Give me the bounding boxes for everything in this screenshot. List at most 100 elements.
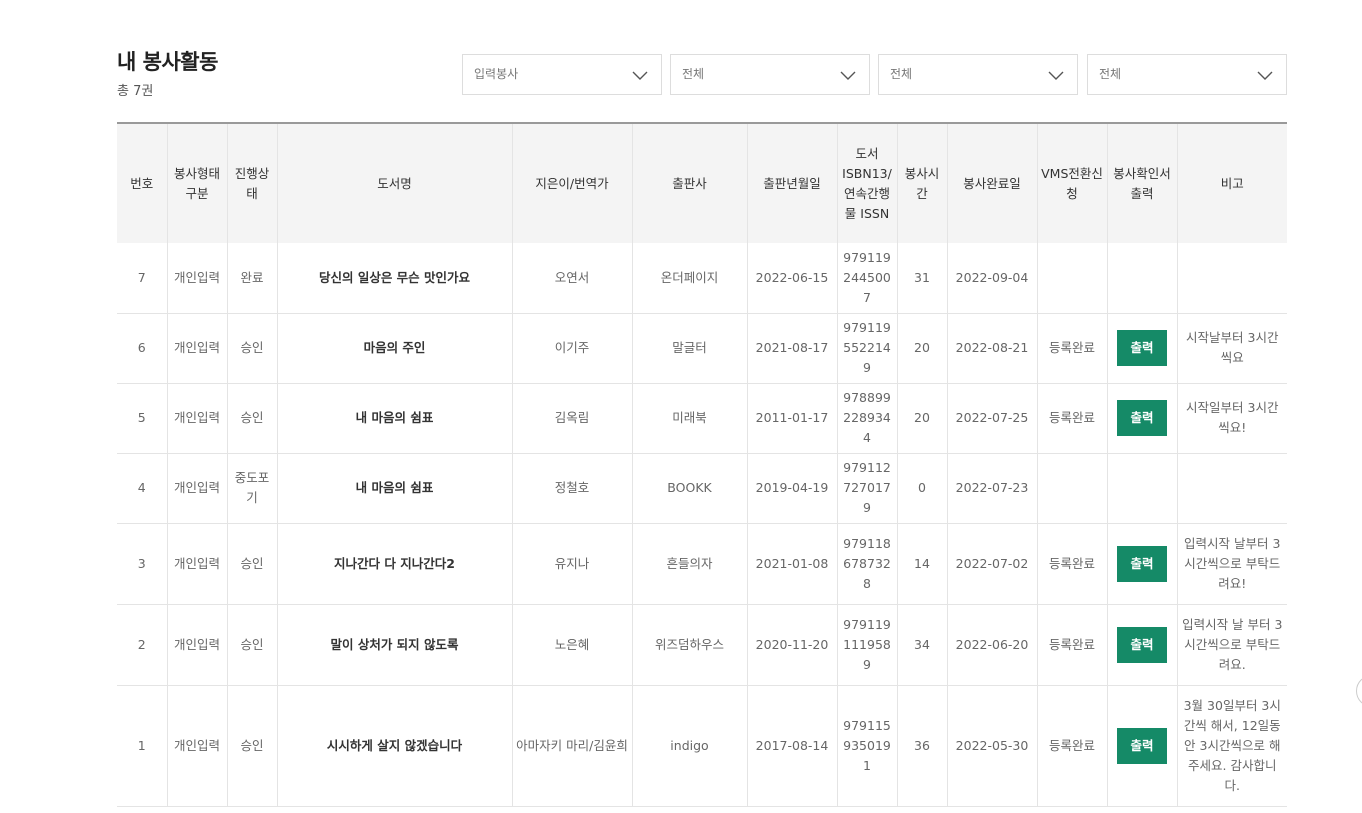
cell-title: 마음의 주인 bbox=[277, 313, 513, 384]
cell-type: 개인입력 bbox=[167, 685, 228, 807]
header-col-done-date: 봉사완료일 bbox=[947, 123, 1038, 243]
cell-pubdate: 2021-01-08 bbox=[747, 523, 838, 605]
print-certificate-button[interactable]: 출력 bbox=[1117, 400, 1167, 436]
header-col-isbn: 도서 ISBN13/연속간행물 ISSN bbox=[837, 123, 898, 243]
cell-hours: 31 bbox=[897, 243, 948, 314]
cell-hours: 34 bbox=[897, 604, 948, 686]
cell-isbn: 9791192445007 bbox=[837, 243, 898, 314]
cell-type: 개인입력 bbox=[167, 523, 228, 605]
cell-note: 시작날부터 3시간씩요 bbox=[1177, 313, 1287, 384]
cell-title: 말이 상처가 되지 않도록 bbox=[277, 604, 513, 686]
table-row: 3 개인입력 승인 지나간다 다 지나간다2 유지나 흔들의자 2021-01-08 9791… bbox=[117, 523, 1287, 605]
cell-author: 아마자키 마리/김윤희 bbox=[512, 685, 633, 807]
cell-number: 6 bbox=[117, 313, 168, 384]
cell-number: 7 bbox=[117, 243, 168, 314]
cell-isbn: 9791195522149 bbox=[837, 313, 898, 384]
filter-select-value: 전체 bbox=[890, 67, 913, 81]
header-col-note: 비고 bbox=[1177, 123, 1287, 243]
cell-author: 김옥림 bbox=[512, 383, 633, 454]
cell-done-date: 2022-05-30 bbox=[947, 685, 1038, 807]
cell-pubdate: 2022-06-15 bbox=[747, 243, 838, 314]
cell-hours: 0 bbox=[897, 453, 948, 524]
cell-note bbox=[1177, 243, 1287, 314]
cell-isbn: 9791159350191 bbox=[837, 685, 898, 807]
cell-type: 개인입력 bbox=[167, 383, 228, 454]
header-col-type: 봉사형태구분 bbox=[167, 123, 228, 243]
filter-select-2[interactable]: 전체 bbox=[670, 54, 870, 95]
cell-author: 정철호 bbox=[512, 453, 633, 524]
cell-certificate: 출력 bbox=[1107, 604, 1178, 686]
cell-status: 승인 bbox=[227, 523, 278, 605]
cell-note: 입력시작 날부터 3시간씩으로 부탁드려요! bbox=[1177, 523, 1287, 605]
cell-status: 승인 bbox=[227, 685, 278, 807]
cell-certificate: 출력 bbox=[1107, 383, 1178, 454]
cell-author: 유지나 bbox=[512, 523, 633, 605]
cell-certificate bbox=[1107, 453, 1178, 524]
chevron-down-icon bbox=[839, 67, 857, 81]
cell-number: 1 bbox=[117, 685, 168, 807]
print-certificate-button[interactable]: 출력 bbox=[1117, 727, 1167, 764]
print-certificate-button[interactable]: 출력 bbox=[1117, 626, 1167, 663]
cell-certificate: 출력 bbox=[1107, 523, 1178, 605]
cell-note: 입력시작 날 부터 3시간씩으로 부탁드려요. bbox=[1177, 604, 1287, 686]
cell-hours: 20 bbox=[897, 313, 948, 384]
cell-title: 지나간다 다 지나간다2 bbox=[277, 523, 513, 605]
table-row: 4 개인입력 중도포기 내 마음의 쉼표 정철호 BOOKK 2019-04-19 97911… bbox=[117, 453, 1287, 524]
cell-number: 2 bbox=[117, 604, 168, 686]
cell-note: 시작일부터 3시간씩요! bbox=[1177, 383, 1287, 454]
table-row: 5 개인입력 승인 내 마음의 쉼표 김옥림 미래북 2011-01-17 978899228… bbox=[117, 383, 1287, 454]
header-col-no: 번호 bbox=[117, 123, 168, 243]
cell-isbn: 9791127270179 bbox=[837, 453, 898, 524]
cell-author: 오연서 bbox=[512, 243, 633, 314]
table-row: 6 개인입력 승인 마음의 주인 이기주 말글터 2021-08-17 97911955221… bbox=[117, 313, 1287, 384]
cell-status: 중도포기 bbox=[227, 453, 278, 524]
header-col-pubdate: 출판년월일 bbox=[747, 123, 838, 243]
cell-note: 3월 30일부터 3시간씩 해서, 12일동안 3시간씩으로 해주세요. 감사합… bbox=[1177, 685, 1287, 807]
cell-vms: 등록완료 bbox=[1037, 604, 1108, 686]
cell-vms: 등록완료 bbox=[1037, 523, 1108, 605]
header-col-publisher: 출판사 bbox=[632, 123, 748, 243]
chevron-down-icon bbox=[1047, 67, 1065, 81]
filter-select-4[interactable]: 전체 bbox=[1087, 54, 1287, 95]
cell-number: 3 bbox=[117, 523, 168, 605]
cell-vms bbox=[1037, 453, 1108, 524]
print-certificate-button[interactable]: 출력 bbox=[1117, 545, 1167, 582]
cell-type: 개인입력 bbox=[167, 243, 228, 314]
cell-status: 승인 bbox=[227, 313, 278, 384]
header-col-title: 도서명 bbox=[277, 123, 513, 243]
cell-hours: 36 bbox=[897, 685, 948, 807]
cell-publisher: 온더페이지 bbox=[632, 243, 748, 314]
cell-title: 내 마음의 쉼표 bbox=[277, 383, 513, 454]
cell-status: 승인 bbox=[227, 604, 278, 686]
scroll-top-button[interactable] bbox=[1356, 675, 1362, 707]
header-col-author: 지은이/번역가 bbox=[512, 123, 633, 243]
total-count: 총 7권 bbox=[117, 84, 154, 99]
page-title: 내 봉사활동 bbox=[117, 50, 218, 74]
cell-isbn: 9788992289344 bbox=[837, 383, 898, 454]
cell-type: 개인입력 bbox=[167, 604, 228, 686]
cell-vms: 등록완료 bbox=[1037, 383, 1108, 454]
cell-certificate: 출력 bbox=[1107, 313, 1178, 384]
cell-done-date: 2022-09-04 bbox=[947, 243, 1038, 314]
cell-done-date: 2022-08-21 bbox=[947, 313, 1038, 384]
filter-select-1[interactable]: 입력봉사 bbox=[462, 54, 662, 95]
cell-author: 이기주 bbox=[512, 313, 633, 384]
print-certificate-button[interactable]: 출력 bbox=[1117, 330, 1167, 366]
cell-title: 시시하게 살지 않겠습니다 bbox=[277, 685, 513, 807]
filter-select-3[interactable]: 전체 bbox=[878, 54, 1078, 95]
cell-number: 5 bbox=[117, 383, 168, 454]
cell-pubdate: 2017-08-14 bbox=[747, 685, 838, 807]
table-body: 7 개인입력 완료 당신의 일상은 무슨 맛인가요 오연서 온더페이지 2022-06-15… bbox=[117, 243, 1287, 807]
cell-pubdate: 2021-08-17 bbox=[747, 313, 838, 384]
chevron-down-icon bbox=[631, 67, 649, 81]
cell-vms bbox=[1037, 243, 1108, 314]
cell-title: 당신의 일상은 무슨 맛인가요 bbox=[277, 243, 513, 314]
table-header-row: 번호 봉사형태구분 진행상태 도서명 지은이/번역가 출판사 출판년월일 도서 ISBN13/… bbox=[117, 123, 1287, 243]
header-col-vms: VMS전환신청 bbox=[1037, 123, 1108, 243]
cell-publisher: 위즈덤하우스 bbox=[632, 604, 748, 686]
filter-select-value: 전체 bbox=[1099, 67, 1122, 81]
cell-done-date: 2022-07-25 bbox=[947, 383, 1038, 454]
cell-pubdate: 2020-11-20 bbox=[747, 604, 838, 686]
cell-hours: 20 bbox=[897, 383, 948, 454]
cell-isbn: 9791191119589 bbox=[837, 604, 898, 686]
